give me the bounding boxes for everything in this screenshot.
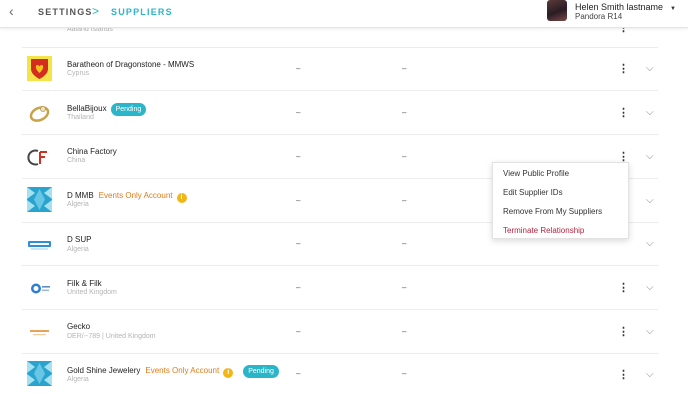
row-menu-button[interactable]: ⋮: [618, 369, 629, 381]
caret-down-icon[interactable]: ▼: [670, 6, 676, 12]
avatar[interactable]: [547, 0, 567, 21]
expand-chevron-icon[interactable]: ⌵: [646, 327, 658, 337]
column-value: –: [402, 283, 407, 292]
supplier-row[interactable]: Filk & Filk United Kingdom – – ⋮ ⌵: [0, 266, 688, 310]
expand-chevron-icon[interactable]: ⌵: [646, 152, 658, 162]
menu-remove-from-my-suppliers[interactable]: Remove From My Suppliers: [503, 207, 602, 216]
supplier-logo: [31, 283, 50, 294]
row-menu-button[interactable]: ⋮: [618, 107, 629, 119]
pending-badge: Pending: [243, 365, 279, 378]
column-value: –: [402, 327, 407, 336]
column-value: –: [296, 239, 301, 248]
column-value: –: [402, 239, 407, 248]
column-value: –: [402, 108, 407, 117]
row-action-menu: View Public Profile Edit Supplier IDs Re…: [492, 162, 629, 239]
supplier-location: United Kingdom: [67, 289, 117, 296]
expand-chevron-icon[interactable]: ⌵: [646, 64, 658, 74]
info-icon[interactable]: i: [176, 193, 187, 203]
pending-badge: Pending: [110, 103, 147, 116]
supplier-logo: [29, 106, 50, 122]
column-value: –: [296, 108, 301, 117]
expand-chevron-icon[interactable]: ⌵: [646, 196, 658, 206]
supplier-row[interactable]: Gold Shine Jewelery Events Only Account i P…: [0, 352, 688, 394]
row-menu-button[interactable]: ⋮: [618, 326, 629, 338]
expand-chevron-icon[interactable]: ⌵: [646, 370, 658, 380]
supplier-name: BellaBijoux: [67, 104, 107, 113]
supplier-location: China: [67, 157, 86, 164]
supplier-logo: [27, 361, 52, 386]
top-bar: ‹ SETTINGS > SUPPLIERS Helen Smith lastn…: [0, 0, 688, 28]
column-value: –: [296, 283, 301, 292]
breadcrumb-settings[interactable]: SETTINGS: [38, 7, 93, 17]
supplier-logo: [27, 149, 47, 166]
supplier-row[interactable]: Gecko DER/--789 | United Kingdom – – ⋮ ⌵: [0, 310, 688, 354]
supplier-location: DER/--789 | United Kingdom: [67, 333, 156, 340]
supplier-row[interactable]: BellaBijoux Pending Thailand – – ⋮ ⌵: [0, 91, 688, 135]
menu-view-public-profile[interactable]: View Public Profile: [503, 169, 569, 178]
menu-edit-supplier-ids[interactable]: Edit Supplier IDs: [503, 188, 563, 197]
column-value: –: [402, 369, 407, 378]
row-menu-button[interactable]: ⋮: [618, 282, 629, 294]
supplier-name: Gecko: [67, 322, 91, 331]
user-name[interactable]: Helen Smith lastname: [575, 2, 667, 12]
supplier-location: Algeria: [67, 246, 89, 253]
column-value: –: [296, 152, 301, 161]
supplier-name: Filk & Filk: [67, 279, 102, 288]
supplier-name: China Factory: [67, 147, 117, 156]
breadcrumb-separator-icon: >: [92, 4, 100, 18]
supplier-location: Thailand: [67, 114, 94, 121]
column-value: –: [402, 196, 407, 205]
column-value: –: [402, 152, 407, 161]
supplier-logo: [27, 187, 52, 212]
supplier-name: D MMB: [67, 191, 94, 200]
user-org: Pandora R14: [575, 12, 623, 21]
column-value: –: [296, 369, 301, 378]
supplier-name: Baratheon of Dragonstone - MMWS: [67, 60, 195, 69]
column-value: –: [296, 64, 301, 73]
row-menu-button[interactable]: ⋮: [618, 63, 629, 75]
supplier-location: Algeria: [67, 201, 89, 208]
supplier-logo: [28, 241, 51, 250]
menu-terminate-relationship[interactable]: Terminate Relationship: [503, 226, 584, 235]
supplier-logo: [30, 330, 49, 336]
column-value: –: [296, 327, 301, 336]
back-chevron-icon[interactable]: ‹: [9, 4, 14, 18]
supplier-location: Cyprus: [67, 70, 90, 77]
supplier-name-line: Gold Shine Jewelery Events Only Account i P…: [67, 365, 279, 378]
column-value: –: [402, 64, 407, 73]
events-only-label: Events Only Account: [145, 366, 220, 375]
info-icon[interactable]: i: [223, 368, 234, 378]
supplier-name: Gold Shine Jewelery: [67, 366, 141, 375]
supplier-row[interactable]: Baratheon of Dragonstone - MMWS Cyprus –…: [0, 47, 688, 91]
supplier-logo: [27, 56, 52, 81]
expand-chevron-icon[interactable]: ⌵: [646, 239, 658, 249]
column-value: –: [296, 196, 301, 205]
breadcrumb-suppliers: SUPPLIERS: [111, 7, 173, 17]
supplier-location: Algeria: [67, 376, 89, 383]
expand-chevron-icon[interactable]: ⌵: [646, 283, 658, 293]
expand-chevron-icon[interactable]: ⌵: [646, 108, 658, 118]
supplier-name: D SUP: [67, 235, 92, 244]
events-only-label: Events Only Account: [98, 191, 173, 200]
